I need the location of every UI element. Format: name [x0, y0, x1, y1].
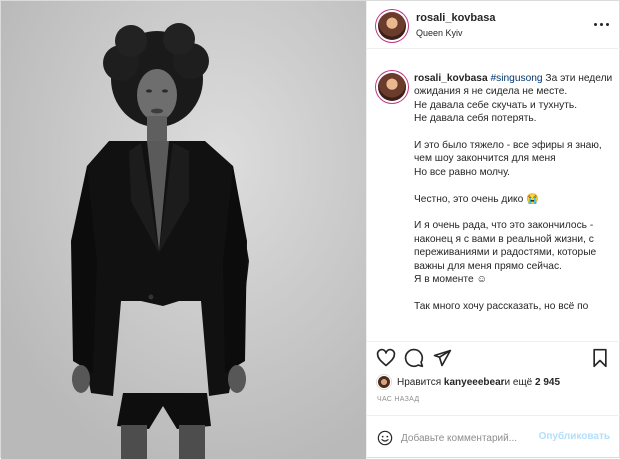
post-modal: rosali_kovbasa Queen Kyiv rosali_kovbasa…	[0, 0, 620, 459]
avatar[interactable]	[378, 12, 406, 40]
bookmark-icon[interactable]	[590, 348, 610, 368]
heart-icon[interactable]	[376, 348, 396, 368]
paper-plane-icon[interactable]	[432, 348, 452, 368]
caption-section: rosali_kovbasa #singusong За эти недели …	[367, 49, 620, 341]
smile-icon[interactable]	[377, 430, 393, 446]
likes-suffix: и ещё	[504, 376, 533, 388]
post-header: rosali_kovbasa Queen Kyiv	[367, 1, 620, 49]
caption-line: Не давала себя потерять.	[414, 113, 537, 125]
likes-summary: Нравится kanyeeebear и ещё 2 945	[377, 373, 560, 391]
post-photo[interactable]	[1, 1, 366, 459]
post-caption: rosali_kovbasa #singusong За эти недели …	[414, 72, 614, 313]
post-timestamp[interactable]: час назад	[377, 396, 419, 403]
caption-line: Не давала себе скучать и тухнуть.	[414, 99, 578, 111]
comment-box: Опубликовать	[367, 415, 620, 459]
caption-line: Но все равно молчу.	[414, 166, 510, 178]
caption-username[interactable]: rosali_kovbasa	[414, 73, 488, 84]
caption-line: Я в моменте ☺	[414, 274, 487, 286]
caption-line: Так много хочу рассказать, но всё по	[414, 300, 589, 312]
likes-prefix: Нравится	[397, 376, 442, 388]
caption-avatar[interactable]	[378, 73, 406, 101]
comment-icon[interactable]	[404, 348, 424, 368]
liker-username[interactable]: kanyeeebear	[444, 377, 505, 388]
comment-input[interactable]	[401, 430, 561, 446]
post-location[interactable]: Queen Kyiv	[416, 28, 463, 38]
action-bar	[367, 341, 620, 371]
woman-in-blazer-image	[1, 1, 366, 459]
liker-avatar[interactable]	[377, 375, 391, 389]
more-options-icon[interactable]	[592, 17, 610, 31]
caption-line: И это было тяжело - все эфиры я знаю, че…	[414, 140, 602, 165]
hashtag-link[interactable]: #singusong	[490, 73, 542, 84]
publish-button[interactable]: Опубликовать	[539, 431, 610, 442]
post-sidebar: rosali_kovbasa Queen Kyiv rosali_kovbasa…	[366, 1, 620, 459]
caption-line: И я очень рада, что это закончилось - на…	[414, 220, 597, 272]
caption-line: Честно, это очень дико 😭	[414, 193, 539, 205]
likes-count[interactable]: 2 945	[535, 377, 560, 388]
post-author-username[interactable]: rosali_kovbasa	[416, 12, 496, 24]
